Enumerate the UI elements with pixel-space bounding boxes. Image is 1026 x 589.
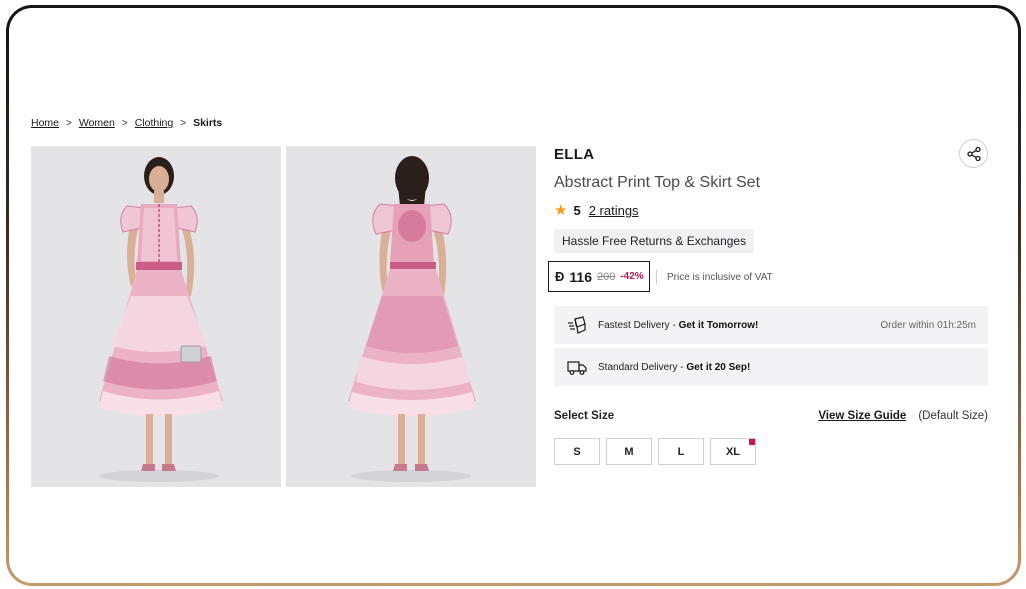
rating-score: 5	[573, 203, 581, 218]
breadcrumb: Home > Women > Clothing > Skirts	[31, 117, 222, 129]
breadcrumb-clothing[interactable]: Clothing	[135, 117, 174, 129]
product-title: Abstract Print Top & Skirt Set	[554, 174, 761, 191]
discount-badge: -42%	[620, 271, 644, 282]
breadcrumb-separator: >	[121, 117, 128, 129]
delivery-label: Standard Delivery - Get it 20 Sep!	[598, 361, 751, 373]
share-icon	[966, 146, 981, 161]
breadcrumb-home[interactable]: Home	[31, 117, 59, 129]
page: Home > Women > Clothing > Skirts ELLA Ab…	[9, 8, 1018, 583]
price-box: Đ 116 200 -42%	[548, 261, 650, 292]
device-frame: Home > Women > Clothing > Skirts ELLA Ab…	[6, 5, 1021, 586]
dress-back-illustration	[286, 146, 536, 487]
dress-front-illustration	[31, 146, 281, 487]
default-size-note: (Default Size)	[918, 410, 988, 422]
low-stock-indicator	[749, 439, 755, 445]
breadcrumb-women[interactable]: Women	[79, 117, 115, 129]
star-icon: ★	[554, 202, 568, 219]
share-button[interactable]	[959, 139, 988, 168]
currency-symbol: Đ	[555, 269, 565, 284]
size-options: S M L XL	[554, 438, 756, 465]
size-guide-link[interactable]: View Size Guide	[818, 410, 906, 422]
truck-icon	[566, 356, 588, 378]
ratings-count-link[interactable]: 2 ratings	[589, 203, 639, 218]
breadcrumb-separator: >	[180, 117, 187, 129]
breadcrumb-current: Skirts	[193, 117, 223, 129]
size-option-xl[interactable]: XL	[710, 438, 756, 465]
vat-note: Price is inclusive of VAT	[667, 272, 773, 283]
size-option-s[interactable]: S	[554, 438, 600, 465]
delivery-option-fastest: Fastest Delivery - Get it Tomorrow! Orde…	[554, 306, 988, 344]
size-header: Select Size View Size Guide (Default Siz…	[554, 410, 988, 422]
product-image-back[interactable]	[286, 146, 536, 487]
size-option-label: XL	[725, 445, 741, 458]
order-countdown: Order within 01h:25m	[880, 319, 976, 331]
current-price: 116	[569, 268, 592, 285]
select-size-label: Select Size	[554, 410, 615, 422]
product-image-front[interactable]	[31, 146, 281, 487]
size-option-m[interactable]: M	[606, 438, 652, 465]
returns-badge: Hassle Free Returns & Exchanges	[554, 229, 755, 253]
divider	[656, 270, 657, 284]
size-option-l[interactable]: L	[658, 438, 704, 465]
rating-summary: ★ 5 2 ratings	[554, 203, 639, 218]
breadcrumb-separator: >	[66, 117, 72, 129]
delivery-option-standard: Standard Delivery - Get it 20 Sep!	[554, 348, 988, 386]
original-price: 200	[596, 270, 616, 283]
delivery-label: Fastest Delivery - Get it Tomorrow!	[598, 319, 759, 331]
brand-name[interactable]: ELLA	[554, 146, 594, 163]
fast-box-icon	[566, 314, 588, 336]
